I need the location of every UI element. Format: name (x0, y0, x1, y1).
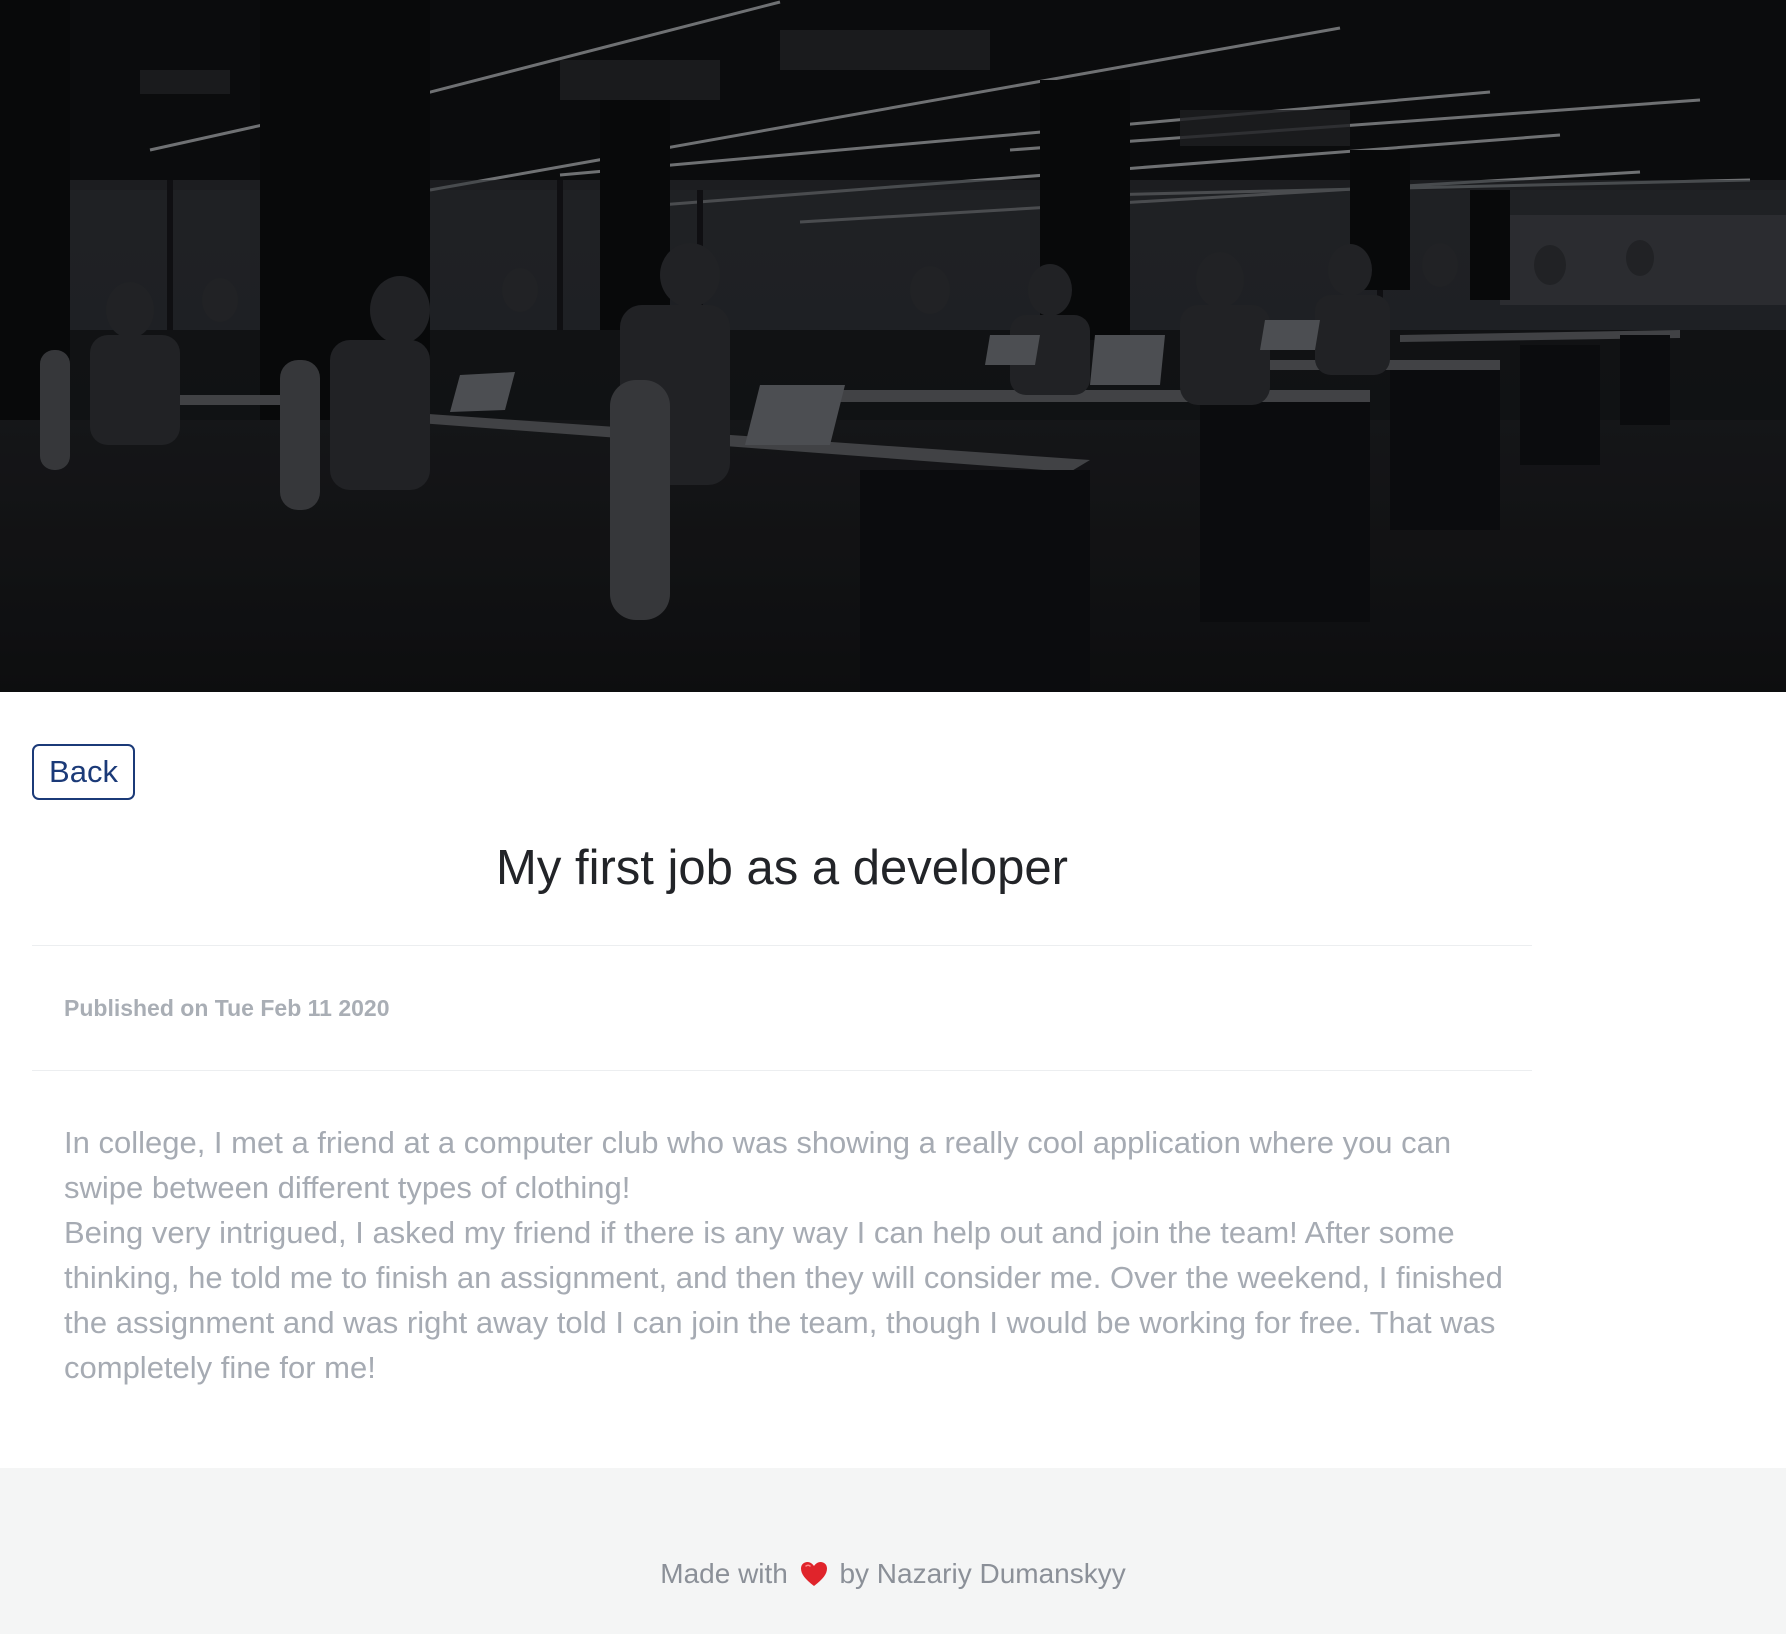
heart-icon (800, 1558, 828, 1598)
office-photo (0, 0, 1786, 692)
footer-made-with: Made with (660, 1558, 788, 1589)
footer: Made with by Nazariy Dumanskyy (0, 1468, 1786, 1634)
footer-credit: Made with by Nazariy Dumanskyy (0, 1554, 1786, 1598)
post-title: My first job as a developer (496, 841, 1068, 895)
divider (32, 1070, 1532, 1071)
hero-image (0, 0, 1786, 692)
footer-author: by Nazariy Dumanskyy (839, 1558, 1126, 1589)
post-body: In college, I met a friend at a computer… (64, 1120, 1524, 1390)
post-paragraph: Being very intrigued, I asked my friend … (64, 1215, 1503, 1385)
post-paragraph: In college, I met a friend at a computer… (64, 1125, 1452, 1205)
back-button[interactable]: Back (32, 744, 135, 800)
published-date: Published on Tue Feb 11 2020 (64, 995, 390, 1021)
divider (32, 945, 1532, 946)
